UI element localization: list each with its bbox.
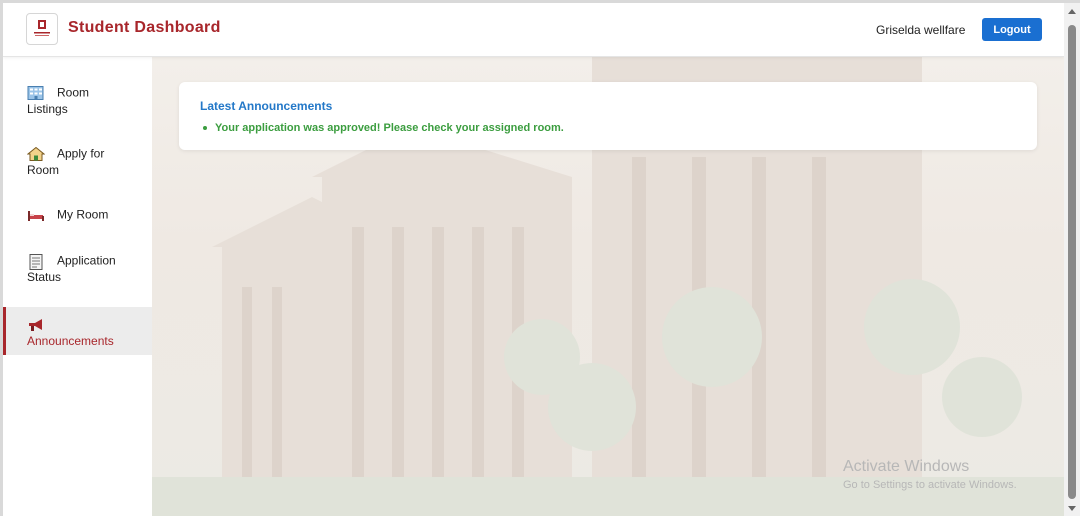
sidebar: Room Listings Apply for Room My Room App…: [3, 57, 152, 516]
sidebar-item-label: Application: [57, 253, 116, 268]
megaphone-icon: [27, 318, 45, 332]
top-header: Student Dashboard Griselda wellfare Logo…: [3, 3, 1064, 57]
scroll-up-arrow-icon[interactable]: [1068, 9, 1076, 14]
scroll-down-arrow-icon[interactable]: [1068, 506, 1076, 511]
user-name: Griselda wellfare: [876, 23, 966, 37]
sidebar-item-my-room[interactable]: My Room: [3, 206, 152, 223]
announcements-heading: Latest Announcements: [200, 99, 333, 113]
logout-button[interactable]: Logout: [982, 18, 1042, 41]
page-title: Student Dashboard: [68, 19, 221, 36]
announcement-item: Your application was approved! Please ch…: [203, 122, 564, 134]
bed-icon: [27, 208, 45, 222]
app-window: Student Dashboard Griselda wellfare Logo…: [3, 3, 1064, 516]
sidebar-item-label: Apply for: [57, 146, 105, 161]
sidebar-item-label: Status: [27, 270, 62, 285]
watermark-title: Activate Windows: [843, 458, 970, 475]
university-logo: [26, 13, 58, 45]
watermark-subtitle: Go to Settings to activate Windows.: [843, 479, 1017, 491]
sidebar-item-label: Listings: [27, 102, 68, 117]
sidebar-item-apply-for-room[interactable]: Apply for Room: [3, 145, 152, 179]
sidebar-item-label: Room: [57, 85, 90, 100]
vertical-scrollbar[interactable]: [1064, 3, 1080, 516]
activate-windows-watermark: Activate Windows Go to Settings to activ…: [843, 458, 1017, 491]
announcement-text: Your application was approved! Please ch…: [215, 122, 564, 134]
scroll-thumb[interactable]: [1068, 25, 1076, 499]
announcements-card: Latest Announcements Your application wa…: [179, 82, 1037, 150]
document-icon: [27, 253, 45, 270]
sidebar-item-label: Announcements: [27, 334, 114, 349]
bullet-icon: [203, 126, 207, 131]
house-icon: [26, 146, 46, 161]
sidebar-item-label: Room: [27, 163, 60, 178]
sidebar-item-label: My Room: [57, 207, 109, 222]
sidebar-item-application-status[interactable]: Application Status: [3, 252, 152, 286]
building-icon: [27, 85, 45, 100]
sidebar-item-announcements[interactable]: Announcements: [3, 307, 152, 355]
sidebar-item-room-listings[interactable]: Room Listings: [3, 84, 152, 118]
